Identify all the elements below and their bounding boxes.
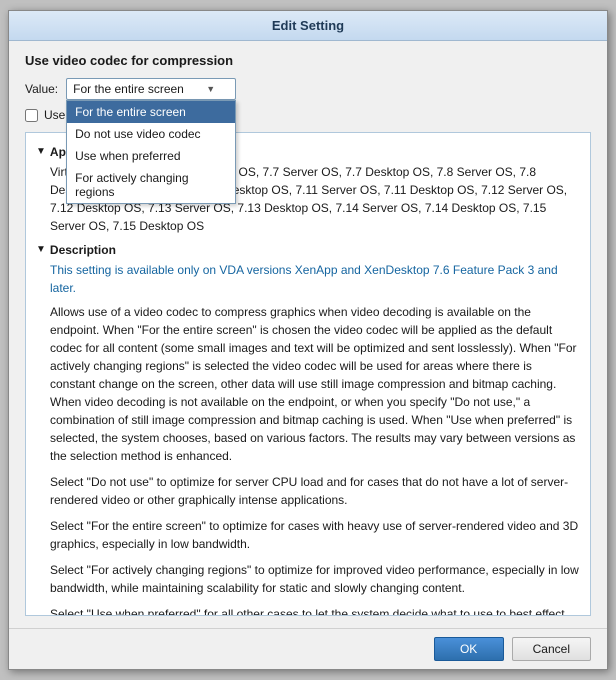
content-area: ▼ Applies Virtual Delivery Agent: 7.6 De… bbox=[25, 132, 591, 616]
description-triangle-icon[interactable]: ▼ bbox=[36, 244, 46, 255]
value-row: Value: For the entire screen ▼ For the e… bbox=[25, 78, 591, 100]
desc-intro: This setting is available only on VDA ve… bbox=[50, 261, 580, 297]
desc-para2: Select "Do not use" to optimize for serv… bbox=[50, 473, 580, 509]
dropdown-arrow-icon: ▼ bbox=[206, 84, 215, 94]
description-section-header: ▼ Description bbox=[36, 243, 580, 257]
value-label: Value: bbox=[25, 82, 58, 96]
desc-para1: Allows use of a video codec to compress … bbox=[50, 303, 580, 465]
edit-setting-dialog: Edit Setting Use video codec for compres… bbox=[8, 10, 608, 670]
dropdown-selected-text: For the entire screen bbox=[73, 82, 184, 96]
applies-triangle-icon[interactable]: ▼ bbox=[36, 146, 46, 157]
dropdown-container: For the entire screen ▼ For the entire s… bbox=[66, 78, 236, 100]
desc-para5: Select "Use when preferred" for all othe… bbox=[50, 605, 580, 615]
use-checkbox-label: Use bbox=[44, 108, 65, 122]
dropdown-option-3[interactable]: For actively changing regions bbox=[67, 167, 235, 203]
ok-button[interactable]: OK bbox=[434, 637, 504, 661]
scroll-content[interactable]: ▼ Applies Virtual Delivery Agent: 7.6 De… bbox=[26, 133, 590, 615]
desc-para4: Select "For actively changing regions" t… bbox=[50, 561, 580, 597]
dialog-title: Edit Setting bbox=[272, 18, 344, 33]
dialog-footer: OK Cancel bbox=[9, 628, 607, 669]
dialog-body: Use video codec for compression Value: F… bbox=[9, 41, 607, 628]
description-label: Description bbox=[50, 243, 116, 257]
title-bar: Edit Setting bbox=[9, 11, 607, 41]
dropdown-menu: For the entire screen Do not use video c… bbox=[66, 100, 236, 204]
desc-para3: Select "For the entire screen" to optimi… bbox=[50, 517, 580, 553]
cancel-button[interactable]: Cancel bbox=[512, 637, 591, 661]
section-title: Use video codec for compression bbox=[25, 53, 591, 68]
value-dropdown[interactable]: For the entire screen ▼ bbox=[66, 78, 236, 100]
dropdown-option-1[interactable]: Do not use video codec bbox=[67, 123, 235, 145]
dropdown-option-2[interactable]: Use when preferred bbox=[67, 145, 235, 167]
use-checkbox[interactable] bbox=[25, 109, 38, 122]
description-content: This setting is available only on VDA ve… bbox=[50, 261, 580, 615]
dropdown-option-0[interactable]: For the entire screen bbox=[67, 101, 235, 123]
